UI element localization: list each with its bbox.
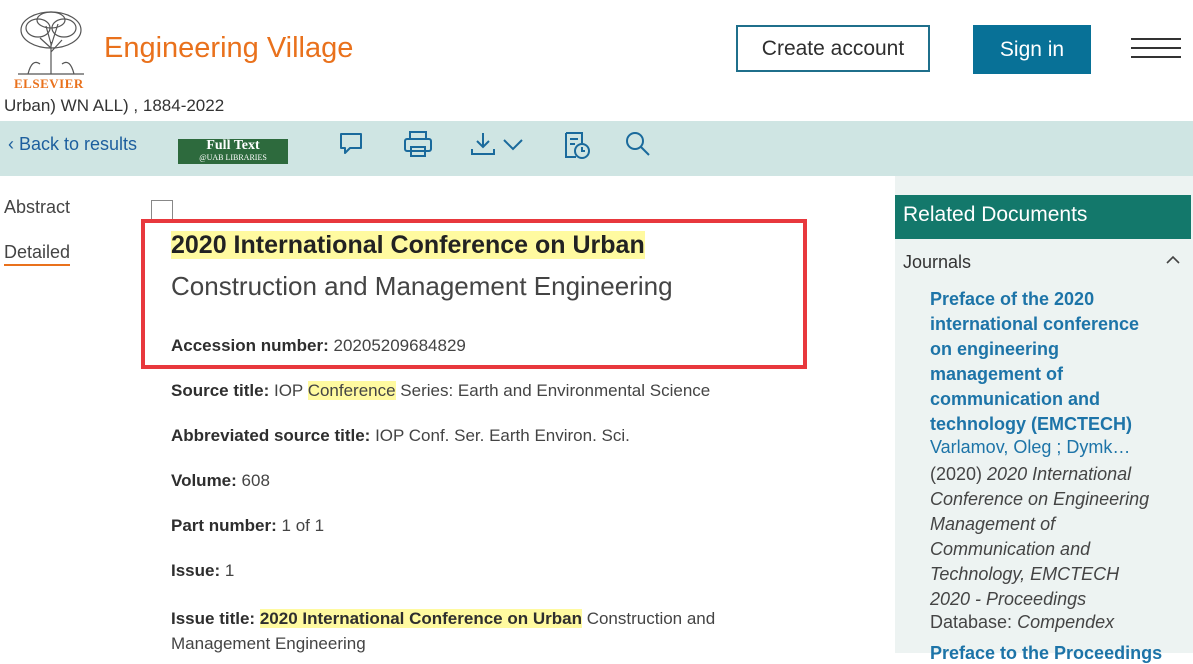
- field-value: 1: [224, 561, 235, 580]
- field-accession-number: Accession number: 20205209684829: [171, 336, 466, 356]
- nav-detailed-tab[interactable]: Detailed: [4, 242, 71, 266]
- chevron-up-icon[interactable]: [1165, 252, 1181, 268]
- field-value: 608: [241, 471, 270, 490]
- field-label: Issue:: [171, 561, 221, 580]
- related-doc-source-title: 2020 International Conference on Enginee…: [930, 464, 1150, 609]
- print-icon[interactable]: [402, 129, 434, 161]
- field-value-post: Series: Earth and Environmental Science: [395, 381, 711, 400]
- field-label: Volume:: [171, 471, 237, 490]
- related-doc-title-link[interactable]: Preface of the 2020 international confer…: [930, 287, 1150, 437]
- database-label: Database:: [930, 612, 1013, 632]
- back-to-results-label: Back to results: [19, 134, 138, 154]
- field-label: Accession number:: [171, 336, 329, 355]
- field-source-title: Source title: IOP Conference Series: Ear…: [171, 381, 710, 401]
- field-value: IOP Conf. Ser. Earth Environ. Sci.: [375, 426, 630, 445]
- field-label: Part number:: [171, 516, 277, 535]
- brand-title[interactable]: Engineering Village: [104, 32, 353, 65]
- field-value-post: Construction and: [581, 609, 716, 628]
- field-label: Abbreviated source title:: [171, 426, 371, 445]
- elsevier-wordmark: ELSEVIER: [14, 76, 84, 91]
- field-value-highlight: Conference: [307, 381, 396, 400]
- journals-section-label[interactable]: Journals: [903, 252, 971, 273]
- field-issue: Issue: 1: [171, 561, 234, 581]
- field-volume: Volume: 608: [171, 471, 270, 491]
- history-icon[interactable]: [562, 129, 592, 161]
- sign-in-button[interactable]: Sign in: [973, 25, 1091, 74]
- record-title-line2: Construction and Management Engineering: [171, 271, 673, 301]
- related-doc-authors-link[interactable]: Varlamov, Oleg ; Dymk…: [930, 437, 1160, 458]
- field-abbreviated-source-title: Abbreviated source title: IOP Conf. Ser.…: [171, 426, 630, 446]
- create-account-button[interactable]: Create account: [736, 25, 930, 72]
- chevron-down-icon[interactable]: [501, 129, 525, 161]
- full-text-label: Full Text: [206, 138, 260, 153]
- related-doc-source: (2020) 2020 International Conference on …: [930, 462, 1160, 612]
- field-value: 20205209684829: [333, 336, 466, 355]
- field-value-line2: Management Engineering: [171, 634, 366, 653]
- field-label: Issue title:: [171, 609, 256, 628]
- related-doc-database: Database: Compendex: [930, 612, 1114, 633]
- full-text-uab-button[interactable]: Full Text @UAB LIBRARIES: [178, 139, 288, 164]
- download-icon[interactable]: [468, 129, 498, 161]
- field-value: 1 of 1: [281, 516, 325, 535]
- back-to-results-link[interactable]: ‹ Back to results: [8, 134, 137, 155]
- field-value-highlight: 2020 International Conference on Urban: [259, 609, 582, 628]
- uab-libraries-label: @UAB LIBRARIES: [199, 153, 267, 162]
- title-highlight: 2020 International Conference on Urban: [171, 231, 645, 259]
- nav-abstract-tab[interactable]: Abstract: [4, 197, 70, 218]
- field-value-pre: IOP: [273, 381, 308, 400]
- hamburger-menu-icon[interactable]: [1131, 38, 1181, 60]
- chevron-left-icon: ‹: [8, 134, 14, 154]
- comment-icon[interactable]: [337, 129, 365, 161]
- database-value: Compendex: [1017, 612, 1115, 632]
- search-query-summary: Urban) WN ALL) , 1884-2022: [4, 96, 225, 115]
- field-issue-title: Issue title: 2020 International Conferen…: [171, 606, 771, 656]
- related-doc-year: (2020): [930, 464, 983, 484]
- field-label: Source title:: [171, 381, 270, 400]
- record-title-line1: 2020 International Conference on Urban: [171, 231, 645, 260]
- search-icon[interactable]: [624, 129, 652, 161]
- field-part-number: Part number: 1 of 1: [171, 516, 324, 536]
- related-documents-header: Related Documents: [895, 195, 1191, 239]
- related-doc2-title-link[interactable]: Preface to the Proceedings: [930, 643, 1162, 664]
